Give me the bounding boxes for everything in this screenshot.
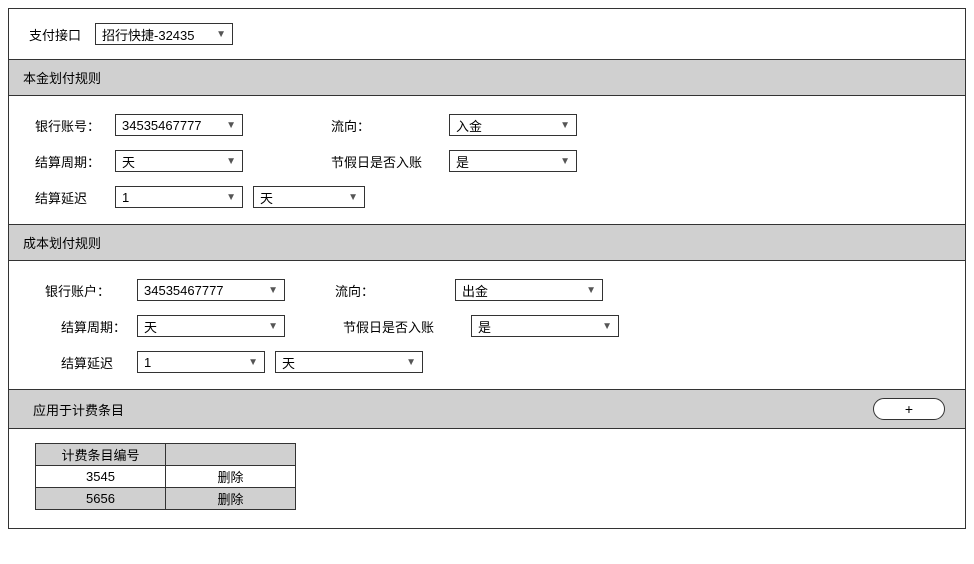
table-row: 5656 删除 (36, 488, 296, 510)
form-container: 支付接口 招行快捷-32435 ▼ 本金划付规则 银行账号： 345354677… (8, 8, 966, 529)
cost-bank-label: 银行账户： (45, 281, 137, 300)
principal-bank-value: 34535467777 (122, 118, 202, 133)
billing-table-wrap: 计费条目编号 3545 删除 5656 删除 (9, 429, 965, 528)
payment-interface-value: 招行快捷-32435 (102, 25, 194, 44)
cost-delay-unit: 天 (282, 353, 295, 372)
principal-cycle-label: 结算周期： (35, 152, 115, 171)
cost-section-title: 成本划付规则 (23, 233, 101, 252)
billing-col-id: 计费条目编号 (36, 444, 166, 466)
payment-interface-label: 支付接口 (29, 25, 81, 44)
chevron-down-icon: ▼ (216, 29, 226, 40)
principal-cycle-select[interactable]: 天 ▼ (115, 150, 243, 172)
cost-delay-unit-select[interactable]: 天 ▼ (275, 351, 423, 373)
principal-bank-select[interactable]: 34535467777 ▼ (115, 114, 243, 136)
cost-holiday-select[interactable]: 是 ▼ (471, 315, 619, 337)
cost-cycle-label: 结算周期： (61, 317, 137, 336)
cost-cycle-value: 天 (144, 317, 157, 336)
principal-delay-label: 结算延迟 (35, 188, 115, 207)
principal-delay-num: 1 (122, 190, 129, 205)
cost-holiday-value: 是 (478, 317, 491, 336)
cost-bank-select[interactable]: 34535467777 ▼ (137, 279, 285, 301)
chevron-down-icon: ▼ (602, 321, 612, 332)
cost-delay-label: 结算延迟 (61, 353, 137, 372)
billing-section-header: 应用于计费条目 + (9, 389, 965, 429)
cost-flow-select[interactable]: 出金 ▼ (455, 279, 603, 301)
principal-section-title: 本金划付规则 (23, 68, 101, 87)
delete-button[interactable]: 删除 (166, 466, 296, 488)
principal-delay-unit: 天 (260, 188, 273, 207)
delete-button[interactable]: 删除 (166, 488, 296, 510)
cost-delay-num-select[interactable]: 1 ▼ (137, 351, 265, 373)
billing-section-title: 应用于计费条目 (33, 400, 124, 419)
billing-table: 计费条目编号 3545 删除 5656 删除 (35, 443, 296, 510)
principal-holiday-value: 是 (456, 152, 469, 171)
table-row: 3545 删除 (36, 466, 296, 488)
cost-bank-value: 34535467777 (144, 283, 224, 298)
add-billing-button[interactable]: + (873, 398, 945, 420)
principal-bank-label: 银行账号： (35, 116, 115, 135)
chevron-down-icon: ▼ (268, 285, 278, 296)
chevron-down-icon: ▼ (226, 120, 236, 131)
cost-section-body: 银行账户： 34535467777 ▼ 流向： 出金 ▼ 结算周期： 天 ▼ 节… (9, 261, 965, 389)
chevron-down-icon: ▼ (406, 357, 416, 368)
cost-holiday-label: 节假日是否入账 (343, 317, 471, 336)
chevron-down-icon: ▼ (586, 285, 596, 296)
cost-cycle-select[interactable]: 天 ▼ (137, 315, 285, 337)
chevron-down-icon: ▼ (560, 120, 570, 131)
billing-id-cell: 5656 (36, 488, 166, 510)
payment-interface-select[interactable]: 招行快捷-32435 ▼ (95, 23, 233, 45)
cost-flow-label: 流向： (335, 281, 455, 300)
cost-flow-value: 出金 (462, 281, 488, 300)
billing-col-action (166, 444, 296, 466)
chevron-down-icon: ▼ (226, 192, 236, 203)
principal-cycle-value: 天 (122, 152, 135, 171)
principal-flow-select[interactable]: 入金 ▼ (449, 114, 577, 136)
chevron-down-icon: ▼ (226, 156, 236, 167)
principal-section-body: 银行账号： 34535467777 ▼ 流向： 入金 ▼ 结算周期： 天 ▼ 节… (9, 96, 965, 224)
cost-delay-num: 1 (144, 355, 151, 370)
billing-id-cell: 3545 (36, 466, 166, 488)
principal-delay-unit-select[interactable]: 天 ▼ (253, 186, 365, 208)
chevron-down-icon: ▼ (268, 321, 278, 332)
principal-delay-num-select[interactable]: 1 ▼ (115, 186, 243, 208)
payment-interface-row: 支付接口 招行快捷-32435 ▼ (9, 9, 965, 59)
chevron-down-icon: ▼ (248, 357, 258, 368)
chevron-down-icon: ▼ (348, 192, 358, 203)
cost-section-header: 成本划付规则 (9, 224, 965, 261)
principal-holiday-select[interactable]: 是 ▼ (449, 150, 577, 172)
principal-section-header: 本金划付规则 (9, 59, 965, 96)
principal-flow-label: 流向： (331, 116, 449, 135)
principal-flow-value: 入金 (456, 116, 482, 135)
principal-holiday-label: 节假日是否入账 (331, 152, 449, 171)
chevron-down-icon: ▼ (560, 156, 570, 167)
plus-icon: + (905, 401, 913, 417)
